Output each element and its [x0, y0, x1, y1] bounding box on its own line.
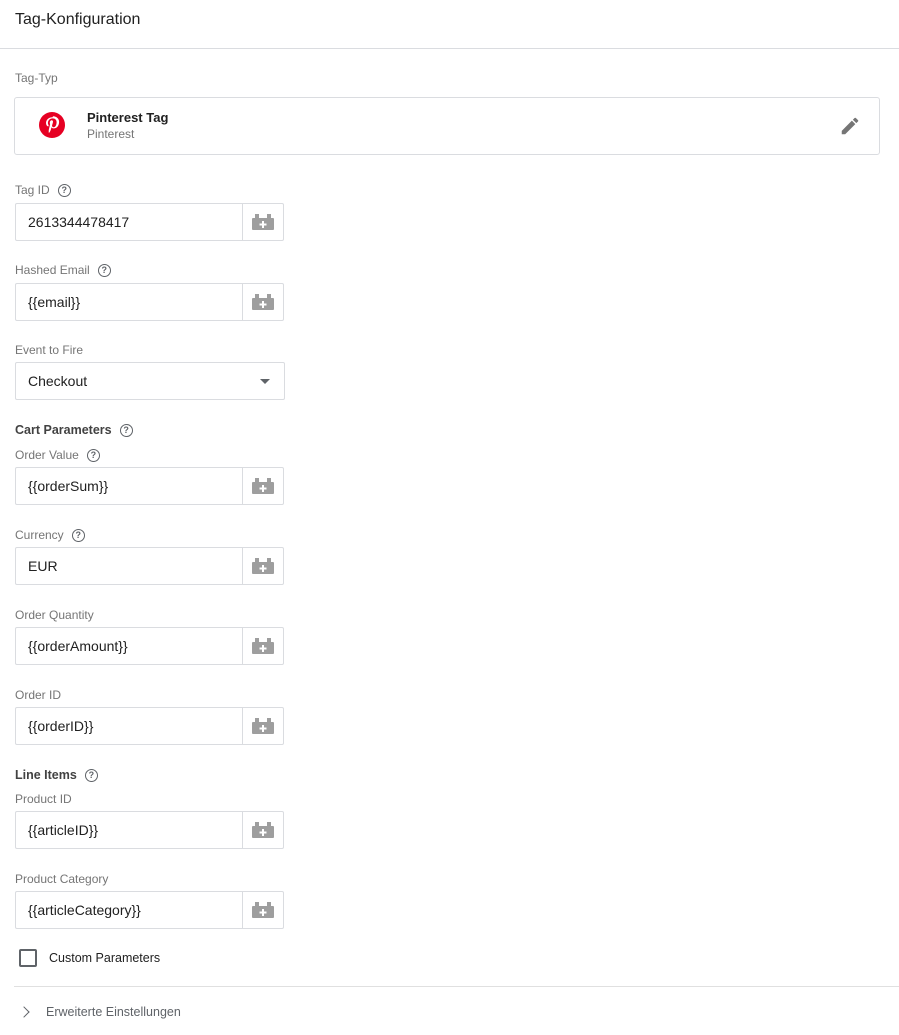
order-id-label: Order ID — [15, 688, 62, 702]
tag-id-field — [15, 203, 284, 241]
product-id-field — [15, 811, 284, 849]
cart-parameters-heading-text: Cart Parameters — [15, 423, 112, 437]
help-icon[interactable]: ? — [119, 423, 133, 437]
product-category-field — [15, 891, 284, 929]
variable-brick-icon — [252, 638, 274, 654]
help-icon[interactable]: ? — [84, 768, 98, 782]
variable-picker-button[interactable] — [242, 812, 283, 848]
tag-type-vendor: Pinterest — [87, 127, 135, 141]
help-icon[interactable]: ? — [57, 183, 71, 197]
order-quantity-input[interactable] — [16, 628, 245, 664]
tag-id-label: Tag ID ? — [15, 183, 71, 197]
variable-picker-button[interactable] — [242, 892, 283, 928]
dropdown-arrow-icon — [260, 379, 270, 384]
header: Tag-Konfiguration — [0, 0, 899, 49]
custom-parameters-label: Custom Parameters — [49, 951, 161, 965]
variable-brick-icon — [252, 478, 274, 494]
variable-picker-button[interactable] — [242, 548, 283, 584]
variable-brick-icon — [252, 214, 274, 230]
advanced-settings-toggle[interactable]: Erweiterte Einstellungen — [18, 1005, 181, 1019]
help-icon[interactable]: ? — [97, 263, 111, 277]
event-to-fire-select[interactable]: Checkout — [15, 362, 285, 400]
order-value-label: Order Value ? — [15, 448, 100, 462]
hashed-email-input[interactable] — [16, 284, 245, 320]
help-icon[interactable]: ? — [71, 528, 85, 542]
custom-parameters-row[interactable]: Custom Parameters — [19, 949, 160, 967]
tag-type-label: Tag-Typ — [15, 71, 58, 85]
order-id-input[interactable] — [16, 708, 245, 744]
divider — [14, 986, 899, 987]
hashed-email-field — [15, 283, 284, 321]
variable-brick-icon — [252, 294, 274, 310]
variable-picker-button[interactable] — [242, 468, 283, 504]
line-items-heading: Line Items ? — [15, 768, 98, 782]
product-category-label: Product Category — [15, 872, 109, 886]
cart-parameters-heading: Cart Parameters ? — [15, 423, 133, 437]
advanced-settings-label: Erweiterte Einstellungen — [46, 1005, 181, 1019]
hashed-email-label: Hashed Email ? — [15, 263, 111, 277]
page-title: Tag-Konfiguration — [15, 11, 141, 28]
pinterest-logo-icon — [39, 112, 65, 138]
product-id-input[interactable] — [16, 812, 245, 848]
line-items-heading-text: Line Items — [15, 768, 77, 782]
tag-id-label-text: Tag ID — [15, 183, 50, 197]
custom-parameters-checkbox[interactable] — [19, 949, 37, 967]
tag-type-name: Pinterest Tag — [87, 110, 169, 125]
variable-brick-icon — [252, 718, 274, 734]
hashed-email-label-text: Hashed Email — [15, 263, 90, 277]
currency-label-text: Currency — [15, 528, 64, 542]
order-id-field — [15, 707, 284, 745]
variable-brick-icon — [252, 822, 274, 838]
help-icon[interactable]: ? — [86, 448, 100, 462]
tag-type-card[interactable]: Pinterest Tag Pinterest — [14, 97, 880, 155]
order-value-field — [15, 467, 284, 505]
currency-field — [15, 547, 284, 585]
variable-picker-button[interactable] — [242, 628, 283, 664]
currency-label: Currency ? — [15, 528, 85, 542]
variable-picker-button[interactable] — [242, 284, 283, 320]
variable-brick-icon — [252, 902, 274, 918]
currency-input[interactable] — [16, 548, 245, 584]
product-id-label: Product ID — [15, 792, 72, 806]
chevron-right-icon — [18, 1006, 30, 1018]
order-value-label-text: Order Value — [15, 448, 79, 462]
product-category-input[interactable] — [16, 892, 245, 928]
order-quantity-field — [15, 627, 284, 665]
event-to-fire-value: Checkout — [28, 373, 88, 389]
variable-picker-button[interactable] — [242, 204, 283, 240]
variable-brick-icon — [252, 558, 274, 574]
order-quantity-label: Order Quantity — [15, 608, 94, 622]
order-value-input[interactable] — [16, 468, 245, 504]
variable-picker-button[interactable] — [242, 708, 283, 744]
event-to-fire-label: Event to Fire — [15, 343, 84, 357]
pencil-icon[interactable] — [839, 115, 861, 137]
tag-id-input[interactable] — [16, 204, 245, 240]
